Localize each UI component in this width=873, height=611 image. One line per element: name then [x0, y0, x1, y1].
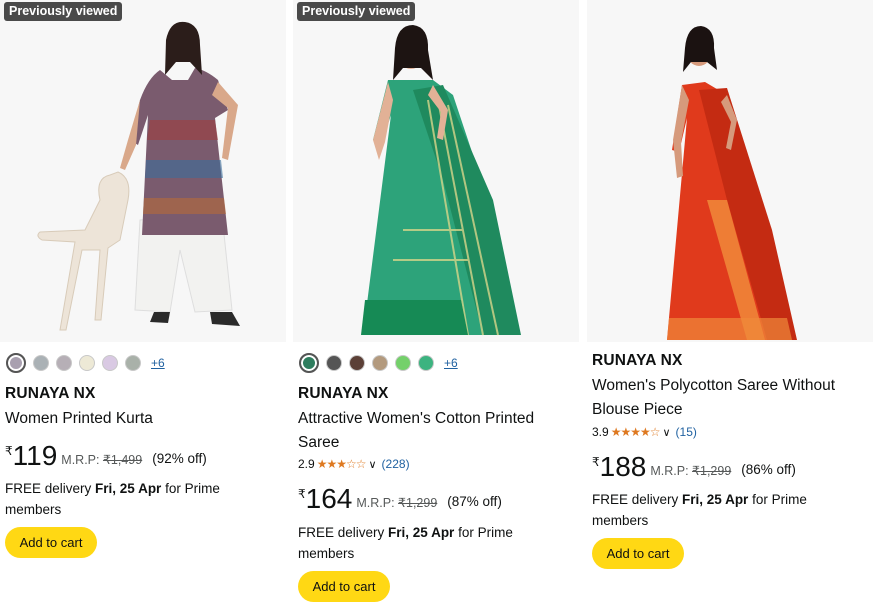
discount: (86% off) [741, 462, 796, 477]
rating-value: 3.9 [592, 425, 609, 439]
red-saree-model-illustration [667, 26, 797, 340]
star-rating-icon: ★★★☆☆ [316, 457, 367, 471]
color-swatch[interactable] [6, 353, 26, 373]
price-row: ₹ 119 M.R.P: ₹1,499 (92% off) [5, 441, 207, 471]
color-swatch[interactable] [125, 355, 141, 371]
product-image-3[interactable] [587, 0, 873, 342]
mrp: M.R.P: ₹1,499 [61, 452, 142, 467]
kurta-model-illustration [37, 21, 240, 331]
green-saree-model-illustration [361, 25, 521, 336]
mrp-value: ₹1,299 [692, 464, 732, 478]
product-image-2[interactable]: Previously viewed [293, 0, 579, 342]
price-value: 188 [599, 451, 647, 482]
currency-symbol: ₹ [5, 444, 13, 458]
color-swatch[interactable] [372, 355, 388, 371]
delivery-date: Fri, 25 Apr [388, 525, 455, 540]
brand-name: RUNAYA NX [592, 352, 683, 369]
currency-symbol: ₹ [592, 455, 600, 469]
delivery-prefix: FREE delivery [5, 481, 92, 496]
previously-viewed-badge: Previously viewed [4, 2, 123, 21]
color-swatches: +6 [299, 352, 458, 374]
discount: (87% off) [447, 494, 502, 509]
product-title[interactable]: Women Printed Kurta [5, 407, 280, 431]
price-row: ₹ 188 M.R.P: ₹1,299 (86% off) [592, 452, 796, 482]
add-to-cart-button[interactable]: Add to cart [298, 571, 390, 602]
rating-value: 2.9 [298, 457, 315, 471]
more-colors-link[interactable]: +6 [444, 356, 458, 370]
color-swatch[interactable] [56, 355, 72, 371]
product-card-2[interactable]: Previously viewed +6 RUNAYA NX Attractiv… [293, 0, 579, 611]
price-value: 164 [305, 483, 353, 514]
mrp-label: M.R.P: [650, 464, 689, 478]
product-image-1[interactable]: Previously viewed [0, 0, 286, 342]
mrp-label: M.R.P: [61, 453, 100, 467]
color-swatch[interactable] [349, 355, 365, 371]
product-title[interactable]: Women's Polycotton Saree Without Blouse … [592, 374, 867, 422]
product-card-3[interactable]: RUNAYA NX Women's Polycotton Saree Witho… [587, 0, 873, 611]
color-swatches: +6 [6, 352, 165, 374]
color-swatch[interactable] [299, 353, 319, 373]
color-swatch[interactable] [395, 355, 411, 371]
star-rating-icon: ★★★★☆ [610, 425, 661, 439]
delivery-prefix: FREE delivery [298, 525, 385, 540]
mrp-value: ₹1,499 [102, 453, 143, 467]
currency-symbol: ₹ [298, 487, 306, 501]
review-count-link[interactable]: (15) [676, 425, 697, 439]
previously-viewed-badge: Previously viewed [297, 2, 416, 21]
delivery-info: FREE delivery Fri, 25 Apr for Prime memb… [592, 489, 862, 531]
mrp: M.R.P: ₹1,299 [650, 463, 731, 478]
price-value: 119 [12, 440, 58, 471]
mrp-value: ₹1,299 [398, 496, 438, 510]
add-to-cart-button[interactable]: Add to cart [592, 538, 684, 569]
review-count-link[interactable]: (228) [382, 457, 410, 471]
chevron-down-icon[interactable]: ∨ [368, 458, 376, 471]
color-swatch[interactable] [326, 355, 342, 371]
chevron-down-icon[interactable]: ∨ [662, 426, 670, 439]
product-title[interactable]: Attractive Women's Cotton Printed Saree [298, 407, 573, 455]
product-card-1[interactable]: Previously viewed +6 RUNAYA NX Women Pri… [0, 0, 286, 611]
rating-row[interactable]: 3.9 ★★★★☆ ∨ (15) [592, 425, 697, 439]
color-swatch[interactable] [418, 355, 434, 371]
delivery-prefix: FREE delivery [592, 492, 679, 507]
delivery-info: FREE delivery Fri, 25 Apr for Prime memb… [5, 478, 275, 520]
delivery-date: Fri, 25 Apr [682, 492, 749, 507]
discount: (92% off) [152, 451, 207, 466]
brand-name: RUNAYA NX [298, 385, 389, 402]
brand-name: RUNAYA NX [5, 385, 96, 402]
color-swatch[interactable] [79, 355, 95, 371]
add-to-cart-button[interactable]: Add to cart [5, 527, 97, 558]
mrp-label: M.R.P: [356, 496, 395, 510]
price-row: ₹ 164 M.R.P: ₹1,299 (87% off) [298, 484, 502, 514]
delivery-info: FREE delivery Fri, 25 Apr for Prime memb… [298, 522, 568, 564]
rating-row[interactable]: 2.9 ★★★☆☆ ∨ (228) [298, 457, 410, 471]
more-colors-link[interactable]: +6 [151, 356, 165, 370]
color-swatch[interactable] [33, 355, 49, 371]
delivery-date: Fri, 25 Apr [95, 481, 162, 496]
mrp: M.R.P: ₹1,299 [356, 495, 437, 510]
color-swatch[interactable] [102, 355, 118, 371]
